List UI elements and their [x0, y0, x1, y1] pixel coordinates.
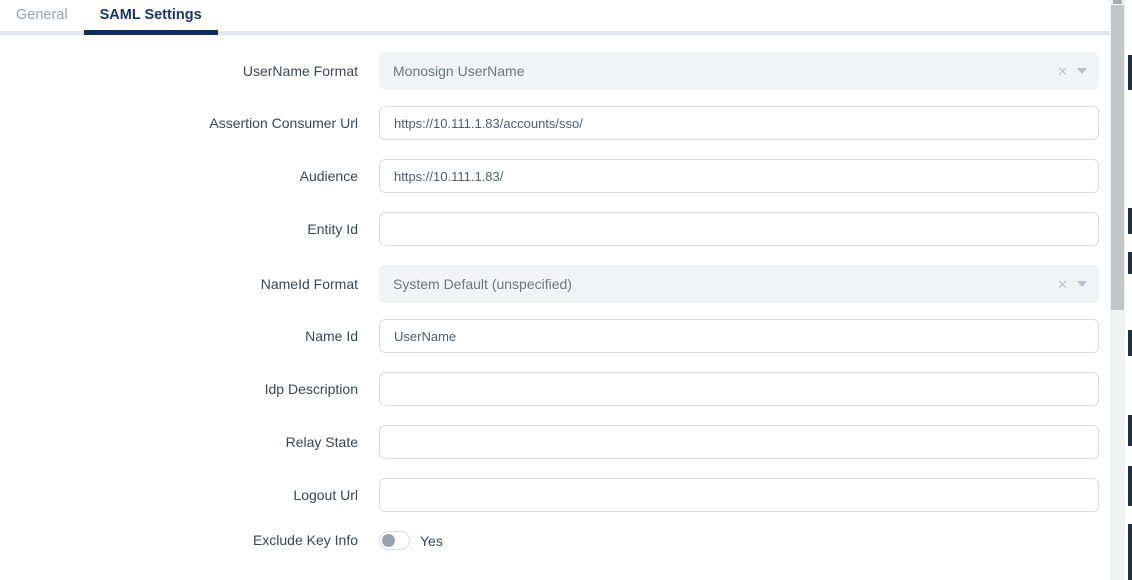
- name-id-label: Name Id: [0, 328, 379, 345]
- clear-icon[interactable]: ✕: [1057, 278, 1068, 291]
- form-row-idp-description: Idp Description: [0, 372, 1110, 406]
- clipped-content-fragment: [1128, 55, 1132, 90]
- clipped-content-fragment: [1128, 466, 1132, 506]
- saml-settings-form: UserName Format Monosign UserName ✕ Asse…: [0, 35, 1110, 550]
- form-row-assertion-consumer-url: Assertion Consumer Url: [0, 106, 1110, 140]
- nameid-format-label: NameId Format: [0, 276, 379, 293]
- clear-icon[interactable]: ✕: [1057, 65, 1068, 78]
- toggle-knob: [382, 534, 395, 547]
- scrollbar-top-nub: [1113, 0, 1122, 4]
- name-id-input[interactable]: [379, 319, 1099, 353]
- username-format-label: UserName Format: [0, 63, 379, 80]
- username-format-value: Monosign UserName: [393, 63, 525, 79]
- assertion-consumer-url-label: Assertion Consumer Url: [0, 115, 379, 132]
- nameid-format-select[interactable]: System Default (unspecified): [379, 265, 1099, 303]
- relay-state-input[interactable]: [379, 425, 1099, 459]
- form-row-entity-id: Entity Id: [0, 212, 1110, 246]
- clipped-content-fragment: [1128, 415, 1132, 446]
- form-row-username-format: UserName Format Monosign UserName ✕: [0, 52, 1110, 90]
- chevron-down-icon: [1077, 68, 1087, 74]
- clipped-content-fragment: [1128, 330, 1132, 356]
- nameid-format-value: System Default (unspecified): [393, 276, 572, 292]
- tab-bar: General SAML Settings: [0, 0, 1110, 35]
- form-row-audience: Audience: [0, 159, 1110, 193]
- assertion-consumer-url-input[interactable]: [379, 106, 1099, 140]
- form-row-logout-url: Logout Url: [0, 478, 1110, 512]
- form-row-exclude-key-info: Exclude Key Info Yes: [0, 531, 1110, 550]
- exclude-key-info-toggle[interactable]: [379, 531, 410, 550]
- clipped-content-fragment: [1128, 208, 1132, 234]
- clipped-content-fragment: [1128, 524, 1132, 580]
- entity-id-label: Entity Id: [0, 221, 379, 238]
- saml-settings-page: General SAML Settings UserName Format Mo…: [0, 0, 1132, 580]
- logout-url-input[interactable]: [379, 478, 1099, 512]
- audience-label: Audience: [0, 168, 379, 185]
- page-content: General SAML Settings UserName Format Mo…: [0, 0, 1110, 580]
- exclude-key-info-value: Yes: [420, 533, 443, 549]
- form-row-relay-state: Relay State: [0, 425, 1110, 459]
- vertical-scrollbar[interactable]: [1110, 0, 1125, 580]
- username-format-select[interactable]: Monosign UserName: [379, 52, 1099, 90]
- form-row-name-id: Name Id: [0, 319, 1110, 353]
- logout-url-label: Logout Url: [0, 487, 379, 504]
- tab-general[interactable]: General: [0, 0, 84, 35]
- audience-input[interactable]: [379, 159, 1099, 193]
- chevron-down-icon: [1077, 281, 1087, 287]
- exclude-key-info-label: Exclude Key Info: [0, 532, 379, 549]
- clipped-content-fragment: [1128, 252, 1132, 274]
- relay-state-label: Relay State: [0, 434, 379, 451]
- idp-description-input[interactable]: [379, 372, 1099, 406]
- form-row-nameid-format: NameId Format System Default (unspecifie…: [0, 265, 1110, 303]
- screen-right-edge: [1128, 0, 1132, 580]
- idp-description-label: Idp Description: [0, 381, 379, 398]
- tab-saml-settings[interactable]: SAML Settings: [84, 0, 218, 35]
- entity-id-input[interactable]: [379, 212, 1099, 246]
- scrollbar-thumb[interactable]: [1111, 5, 1124, 310]
